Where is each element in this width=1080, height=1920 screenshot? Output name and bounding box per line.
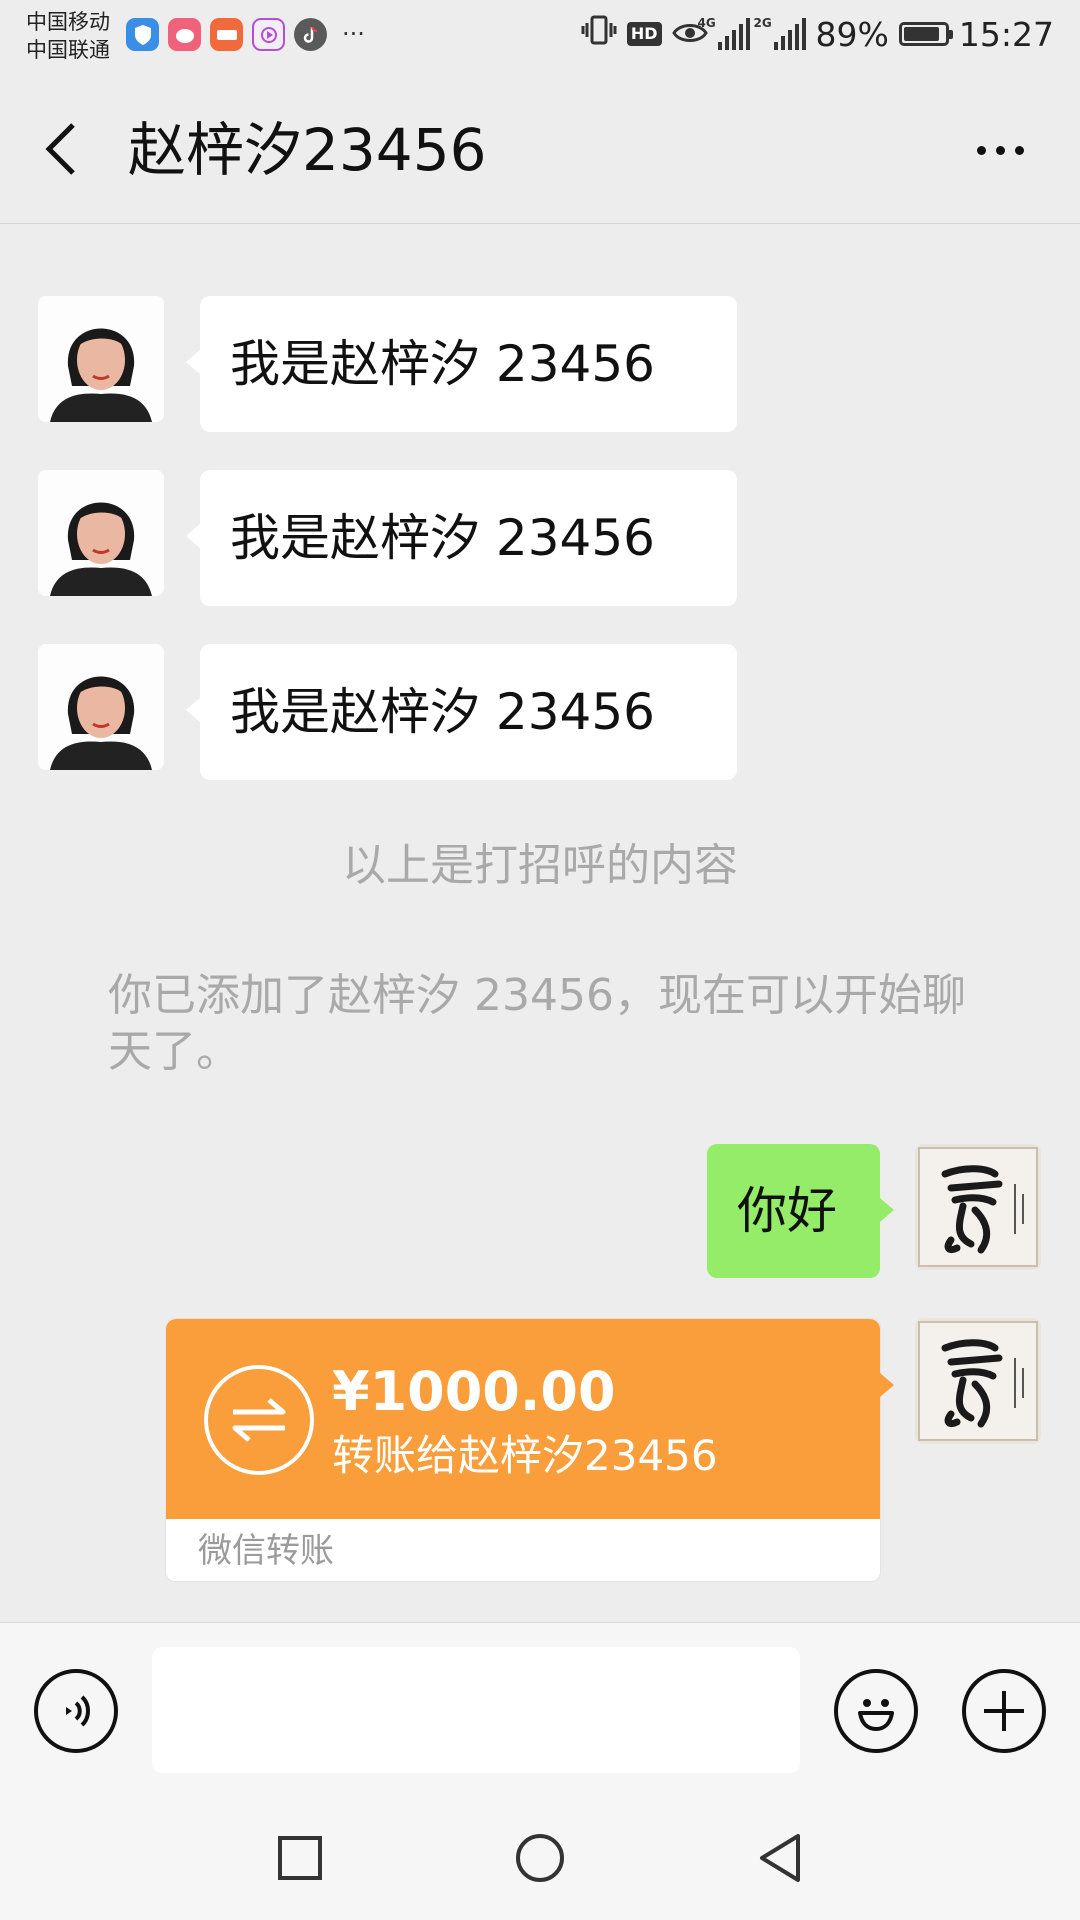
transfer-card[interactable]: ¥1000.00 转账给赵梓汐23456 微信转账 (165, 1318, 894, 1582)
home-button[interactable] (500, 1818, 580, 1898)
contact-avatar[interactable] (38, 644, 164, 770)
hd-icon: HD (626, 22, 662, 46)
dot-icon (995, 145, 1005, 155)
dot-icon (976, 145, 986, 155)
triangle-back-icon (760, 1834, 800, 1882)
shield-app-icon (126, 18, 159, 51)
vibrate-icon (581, 14, 617, 54)
message-text: 我是赵梓汐 23456 (230, 335, 655, 393)
contact-avatar[interactable] (38, 296, 164, 422)
contact-avatar[interactable] (38, 470, 164, 596)
system-status: HD 4G 2G 89% 15:27 (581, 14, 1054, 54)
dot-icon (1014, 145, 1024, 155)
plus-icon (984, 1691, 1024, 1731)
battery-percent: 89% (815, 14, 889, 54)
chevron-left-icon (45, 123, 75, 175)
calligraphy-avatar-icon (915, 1144, 1041, 1270)
carrier-2: 中国联通 (26, 38, 110, 62)
my-avatar[interactable] (915, 1318, 1041, 1444)
voice-input-button[interactable] (34, 1669, 118, 1753)
signal-4g-icon: 4G (698, 16, 750, 50)
carrier-info: 中国移动 中国联通 (26, 8, 110, 64)
notification-icons: ··· (126, 18, 365, 51)
back-nav-button[interactable] (740, 1818, 820, 1898)
circle-icon (516, 1834, 564, 1882)
incoming-message-bubble[interactable]: 我是赵梓汐 23456 (186, 470, 737, 606)
incoming-message-bubble[interactable]: 我是赵梓汐 23456 (186, 644, 737, 780)
back-button[interactable] (30, 114, 90, 184)
clock: 15:27 (958, 14, 1054, 54)
piggy-app-icon (168, 18, 201, 51)
voice-icon (66, 1695, 90, 1727)
calligraphy-avatar-icon (915, 1318, 1041, 1444)
my-avatar[interactable] (915, 1144, 1041, 1270)
message-text: 你好 (737, 1182, 837, 1240)
woman-portrait-icon (38, 296, 164, 422)
carrier-1: 中国移动 (26, 10, 110, 34)
signal-2g-icon: 2G (754, 16, 806, 50)
message-text: 我是赵梓汐 23456 (230, 509, 655, 567)
shopping-app-icon (210, 18, 243, 51)
status-bar: 中国移动 中国联通 ··· HD 4G 2G 89% 15:27 (0, 0, 1080, 76)
emoji-button[interactable] (834, 1669, 918, 1753)
message-text: 我是赵梓汐 23456 (230, 683, 655, 741)
outgoing-message-bubble[interactable]: 你好 (707, 1144, 894, 1278)
more-functions-button[interactable] (962, 1669, 1046, 1753)
battery-icon (898, 22, 953, 46)
system-note-greeting: 以上是打招呼的内容 (342, 840, 738, 891)
system-note-added: 你已添加了赵梓汐 23456，现在可以开始聊天了。 (108, 970, 966, 1077)
woman-portrait-icon (38, 470, 164, 596)
video-app-icon (252, 18, 285, 51)
square-icon (278, 1836, 322, 1880)
transfer-card-header: ¥1000.00 转账给赵梓汐23456 (166, 1319, 894, 1519)
system-navigation-bar (0, 1788, 1080, 1920)
transfer-arrows-icon (204, 1365, 314, 1475)
page-title: 赵梓汐23456 (128, 116, 487, 184)
transfer-amount: ¥1000.00 (332, 1360, 616, 1423)
woman-portrait-icon (38, 644, 164, 770)
incoming-message-bubble[interactable]: 我是赵梓汐 23456 (186, 296, 737, 432)
more-options-button[interactable] (960, 120, 1040, 180)
smiley-icon (858, 1699, 894, 1731)
message-input[interactable] (152, 1647, 800, 1773)
more-notifications-icon: ··· (342, 20, 365, 48)
recent-apps-button[interactable] (260, 1818, 340, 1898)
chat-input-bar (0, 1622, 1080, 1788)
chat-header: 赵梓汐23456 (0, 76, 1080, 224)
transfer-footer-label: 微信转账 (198, 1531, 334, 1571)
tiktok-app-icon (294, 18, 327, 51)
transfer-description: 转账给赵梓汐23456 (332, 1431, 718, 1480)
